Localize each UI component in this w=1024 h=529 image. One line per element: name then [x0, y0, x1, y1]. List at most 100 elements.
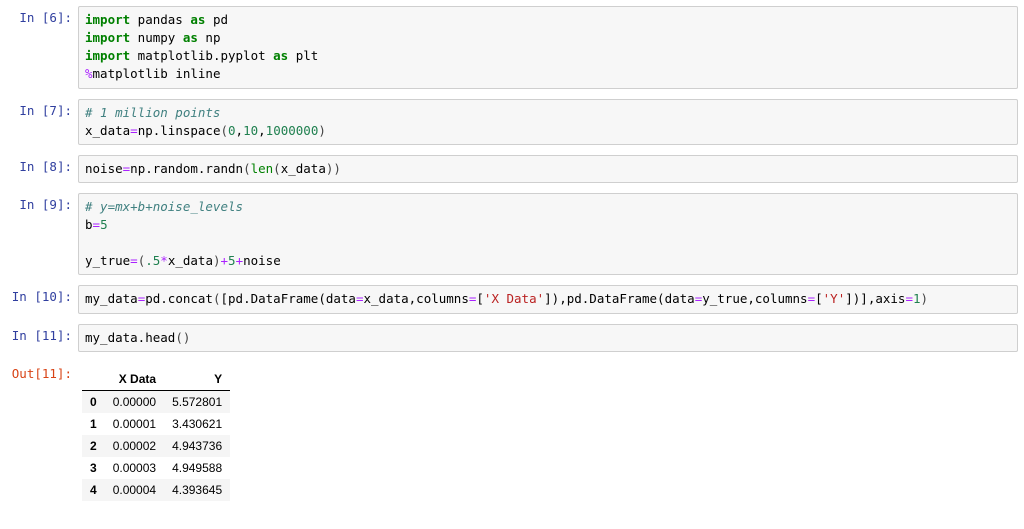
cell-y: 4.949588	[164, 457, 230, 479]
paren: )	[318, 123, 326, 138]
cell-y: 4.943736	[164, 435, 230, 457]
col-index-blank	[82, 368, 105, 391]
paren: (	[243, 161, 251, 176]
magic-percent: %	[85, 66, 93, 81]
txt: y_true,columns	[702, 291, 807, 306]
paren: )	[183, 330, 191, 345]
table-row: 3 0.00003 4.949588	[82, 457, 230, 479]
out-prompt-11: Out[11]:	[0, 362, 78, 382]
paren: )	[333, 161, 341, 176]
num: 5	[100, 217, 108, 232]
in-prompt-7: In [7]:	[0, 99, 78, 119]
code-block[interactable]: noise=np.random.randn(len(x_data))	[85, 160, 1011, 178]
builtin-len: len	[251, 161, 274, 176]
code-block[interactable]: my_data=pd.concat([pd.DataFrame(data=x_d…	[85, 290, 1011, 308]
code-cell-9[interactable]: In [9]: # y=mx+b+noise_levels b=5 y_true…	[0, 191, 1024, 278]
code-block[interactable]: # 1 million points x_data=np.linspace(0,…	[85, 104, 1011, 140]
txt: pd.DataFrame	[567, 291, 657, 306]
cell-y: 4.393645	[164, 479, 230, 501]
comment: # y=mx+b+noise_levels	[85, 199, 243, 214]
code-cell-8[interactable]: In [8]: noise=np.random.randn(len(x_data…	[0, 153, 1024, 185]
code-input-7[interactable]: # 1 million points x_data=np.linspace(0,…	[78, 99, 1018, 145]
in-prompt-8: In [8]:	[0, 155, 78, 175]
str: 'X Data'	[484, 291, 544, 306]
txt: noise	[243, 253, 281, 268]
txt: ,	[258, 123, 266, 138]
txt: [	[815, 291, 823, 306]
txt: ]	[544, 291, 552, 306]
row-index: 2	[82, 435, 105, 457]
txt: plt	[288, 48, 318, 63]
num: 1000000	[266, 123, 319, 138]
txt: pandas	[130, 12, 190, 27]
paren: (	[220, 123, 228, 138]
txt: pd	[205, 12, 228, 27]
txt: (data	[657, 291, 695, 306]
txt: x_data,columns	[364, 291, 469, 306]
row-index: 4	[82, 479, 105, 501]
in-prompt-10: In [10]:	[0, 285, 78, 305]
in-prompt-9: In [9]:	[0, 193, 78, 213]
row-index: 3	[82, 457, 105, 479]
op-eq: =	[356, 291, 364, 306]
txt: noise	[85, 161, 123, 176]
num: 10	[243, 123, 258, 138]
op-eq: =	[93, 217, 101, 232]
code-cell-7[interactable]: In [7]: # 1 million points x_data=np.lin…	[0, 97, 1024, 147]
col-xdata: X Data	[105, 368, 164, 391]
txt: y_true	[85, 253, 130, 268]
txt: [	[476, 291, 484, 306]
keyword-as: as	[273, 48, 288, 63]
code-cell-11[interactable]: In [11]: my_data.head()	[0, 322, 1024, 354]
code-block[interactable]: # y=mx+b+noise_levels b=5 y_true=(.5*x_d…	[85, 198, 1011, 271]
code-cell-6[interactable]: In [6]: import pandas as pd import numpy…	[0, 4, 1024, 91]
op-eq: =	[130, 253, 138, 268]
txt: [	[220, 291, 228, 306]
code-input-9[interactable]: # y=mx+b+noise_levels b=5 y_true=(.5*x_d…	[78, 193, 1018, 276]
code-input-11[interactable]: my_data.head()	[78, 324, 1018, 352]
row-index: 0	[82, 390, 105, 413]
in-prompt-6: In [6]:	[0, 6, 78, 26]
code-block[interactable]: my_data.head()	[85, 329, 1011, 347]
notebook: In [6]: import pandas as pd import numpy…	[0, 0, 1024, 529]
code-input-6[interactable]: import pandas as pd import numpy as np i…	[78, 6, 1018, 89]
txt: ,	[236, 123, 244, 138]
cell-x: 0.00001	[105, 413, 164, 435]
op-plus: +	[236, 253, 244, 268]
dataframe-table: X Data Y 0 0.00000 5.572801 1 0.00001 3.…	[82, 368, 230, 501]
table-header-row: X Data Y	[82, 368, 230, 391]
table-row: 1 0.00001 3.430621	[82, 413, 230, 435]
cell-y: 5.572801	[164, 390, 230, 413]
cell-x: 0.00000	[105, 390, 164, 413]
code-cell-10[interactable]: In [10]: my_data=pd.concat([pd.DataFrame…	[0, 283, 1024, 315]
txt: pd.DataFrame	[228, 291, 318, 306]
table-row: 4 0.00004 4.393645	[82, 479, 230, 501]
paren: )	[921, 291, 929, 306]
txt: numpy	[130, 30, 183, 45]
keyword-import: import	[85, 12, 130, 27]
cell-y: 3.430621	[164, 413, 230, 435]
num: 1	[913, 291, 921, 306]
table-row: 0 0.00000 5.572801	[82, 390, 230, 413]
code-input-8[interactable]: noise=np.random.randn(len(x_data))	[78, 155, 1018, 183]
comment: # 1 million points	[85, 105, 220, 120]
op-eq: =	[808, 291, 816, 306]
txt: my_data	[85, 291, 138, 306]
txt: ,axis	[868, 291, 906, 306]
keyword-as: as	[190, 12, 205, 27]
output-area-11: X Data Y 0 0.00000 5.572801 1 0.00001 3.…	[78, 362, 1018, 501]
op-eq: =	[905, 291, 913, 306]
code-input-10[interactable]: my_data=pd.concat([pd.DataFrame(data=x_d…	[78, 285, 1018, 313]
cell-x: 0.00002	[105, 435, 164, 457]
txt: b	[85, 217, 93, 232]
op-eq: =	[130, 123, 138, 138]
keyword-import: import	[85, 30, 130, 45]
txt: np.linspace	[138, 123, 221, 138]
txt: x_data	[281, 161, 326, 176]
col-y: Y	[164, 368, 230, 391]
txt: x_data	[85, 123, 130, 138]
code-block[interactable]: import pandas as pd import numpy as np i…	[85, 11, 1011, 84]
txt: (data	[318, 291, 356, 306]
cell-x: 0.00003	[105, 457, 164, 479]
paren: (	[175, 330, 183, 345]
